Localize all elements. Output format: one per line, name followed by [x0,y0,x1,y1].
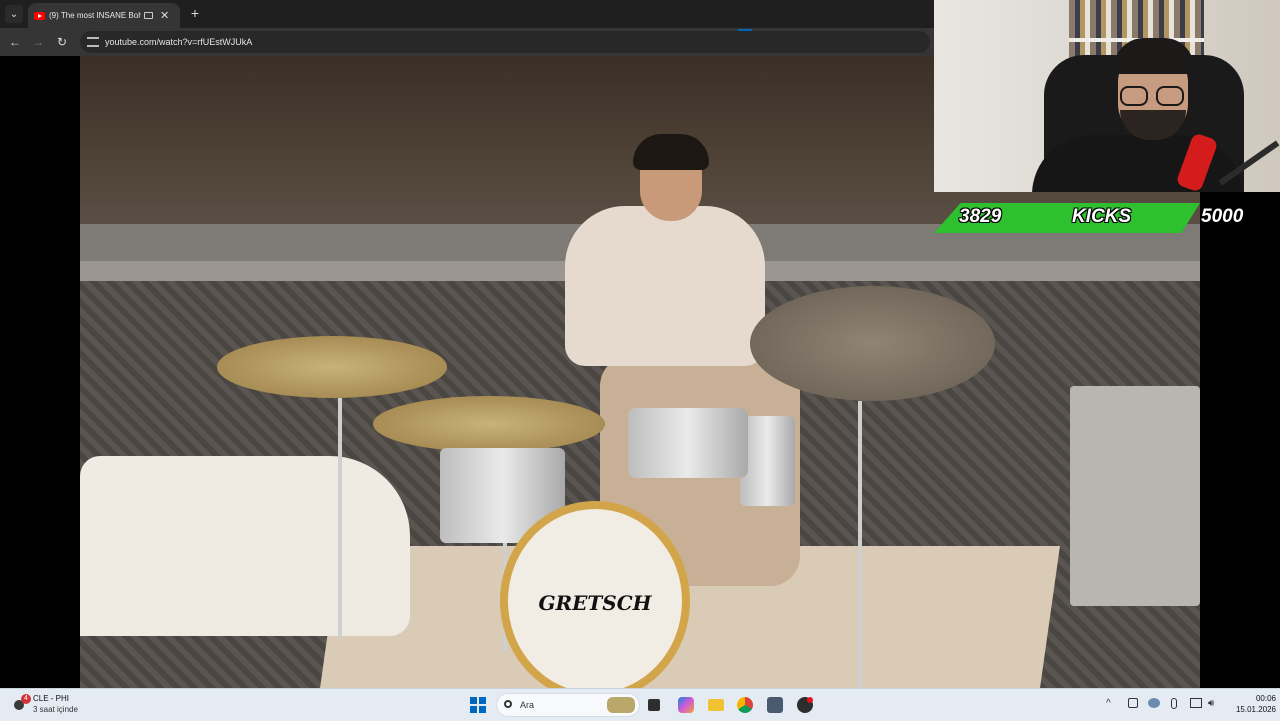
plus-icon[interactable]: + [188,5,202,21]
picture-in-picture-icon [144,12,153,19]
streamer-hair [1114,38,1194,74]
site-settings-icon[interactable] [87,37,99,47]
clock-time: 00:06 [1255,694,1276,703]
webcam-overlay [934,0,1280,192]
kicks-counter: 3829 KICKS [934,203,1200,233]
volume-icon[interactable]: 🔊︎ [1208,698,1214,709]
active-app-indicator [738,29,752,31]
tray-app-icon[interactable] [1128,698,1138,708]
streamer-glasses [1118,86,1188,108]
snipping-tool-icon[interactable] [767,697,783,713]
file-explorer-icon[interactable] [708,699,724,711]
network-icon[interactable] [1190,698,1202,708]
browser-toolbar: ← → ↻ youtube.com/watch?v=rfUEstWJUkA [0,28,934,56]
taskbar: 4 CLE - PHI 3 saat içinde Ara ^ 🔊︎ 00:06… [0,688,1280,721]
stack-cymbal [750,286,995,401]
windows-start-icon[interactable] [470,697,486,713]
forward-arrow-icon[interactable]: → [29,33,47,51]
drummer-shirt [565,206,765,366]
weather-title: CLE - PHI [33,694,70,703]
onedrive-icon[interactable] [1148,698,1160,708]
tab-list-icon[interactable]: ⌄ [5,5,23,23]
search-placeholder: Ara [520,700,535,710]
rack-tom [628,408,748,478]
crash-cymbal [217,336,447,398]
kicks-goal: 5000 [1201,206,1244,227]
address-bar[interactable]: youtube.com/watch?v=rfUEstWJUkA [80,31,930,53]
browser-tab-bar: ⌄ (9) The most INSANE Bohemian Rhapsody … [0,0,934,28]
system-clock[interactable]: 00:06 15.01.2026 [1220,694,1276,714]
recording-indicator [807,697,813,703]
drum-brand-logo: GRETSCH [538,591,652,615]
weather-subtitle: 3 saat içinde [33,705,78,714]
tab-title: (9) The most INSANE Bohemian Rhapsody [49,11,141,20]
address-url[interactable]: youtube.com/watch?v=rfUEstWJUkA [105,37,252,47]
snare-drum [740,416,795,506]
drummer-hair [633,134,709,170]
cymbal-stand [338,398,342,638]
clock-date: 15.01.2026 [1235,705,1276,714]
chrome-icon[interactable] [737,697,753,713]
microphone-icon[interactable] [1171,698,1177,709]
search-icon [504,700,512,708]
white-sheet [80,456,410,636]
copilot-icon[interactable] [678,697,694,713]
kicks-label: KICKS [1072,206,1132,227]
tray-chevron-icon[interactable]: ^ [1106,698,1111,709]
close-icon[interactable]: ✕ [160,9,169,22]
kicks-count: 3829 [959,206,1002,227]
task-view-icon[interactable] [648,699,660,711]
browser-tab[interactable]: (9) The most INSANE Bohemian Rhapsody ✕ [28,3,180,28]
stone-block [1070,386,1200,606]
notification-badge: 4 [21,694,31,704]
back-arrow-icon[interactable]: ← [6,33,24,51]
cymbal-stand [858,401,862,688]
search-highlight-art [607,697,635,713]
kick-drum: GRETSCH [500,501,690,688]
youtube-favicon-icon [34,11,45,20]
reload-icon[interactable]: ↻ [53,33,71,51]
ride-cymbal [373,396,605,452]
taskbar-search[interactable]: Ara [496,693,640,717]
